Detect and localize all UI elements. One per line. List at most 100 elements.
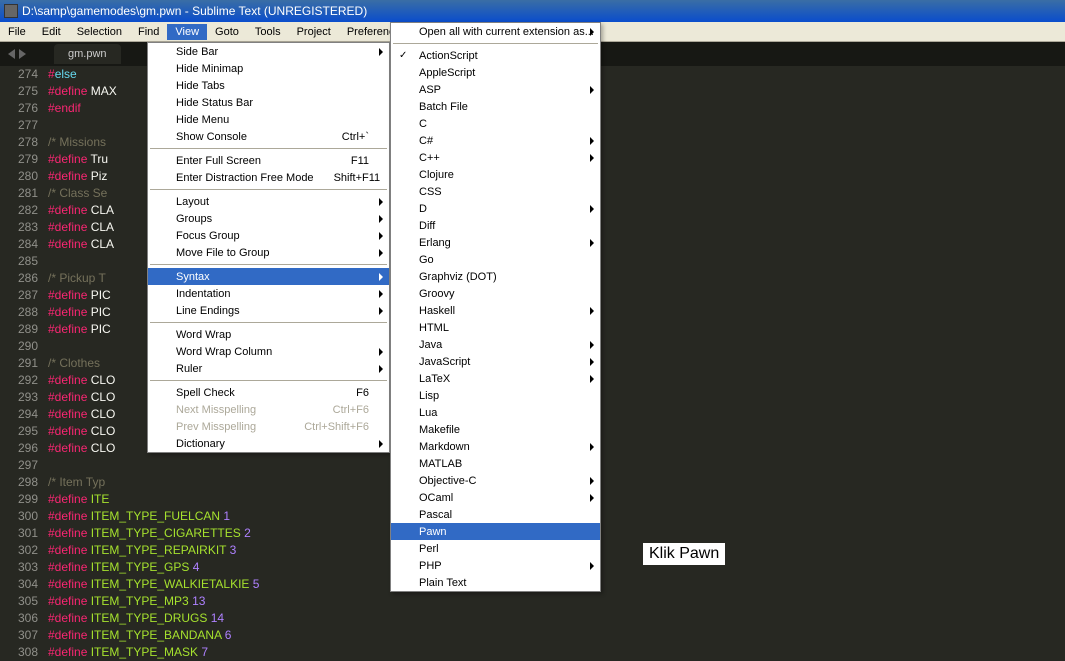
menu-item-label: Side Bar: [176, 46, 218, 58]
syntax-item-perl[interactable]: Perl: [391, 540, 600, 557]
view-item-layout[interactable]: Layout: [148, 193, 389, 210]
syntax-item-batch-file[interactable]: Batch File: [391, 98, 600, 115]
view-item-spell-check[interactable]: Spell CheckF6: [148, 384, 389, 401]
syntax-item-objective-c[interactable]: Objective-C: [391, 472, 600, 489]
view-item-indentation[interactable]: Indentation: [148, 285, 389, 302]
view-item-groups[interactable]: Groups: [148, 210, 389, 227]
syntax-item-haskell[interactable]: Haskell: [391, 302, 600, 319]
submenu-arrow-icon: [590, 86, 594, 94]
submenu-arrow-icon: [379, 440, 383, 448]
menu-item-label: Groups: [176, 213, 212, 225]
syntax-item-markdown[interactable]: Markdown: [391, 438, 600, 455]
menu-item-label: Word Wrap Column: [176, 346, 272, 358]
syntax-item-c[interactable]: C: [391, 115, 600, 132]
syntax-item-java[interactable]: Java: [391, 336, 600, 353]
shortcut-label: Ctrl+`: [322, 131, 369, 143]
view-item-hide-minimap[interactable]: Hide Minimap: [148, 60, 389, 77]
menu-item-label: Lisp: [419, 390, 439, 402]
menu-item-label: Erlang: [419, 237, 451, 249]
menu-item-label: Clojure: [419, 169, 454, 181]
syntax-item-erlang[interactable]: Erlang: [391, 234, 600, 251]
syntax-item-latex[interactable]: LaTeX: [391, 370, 600, 387]
view-item-show-console[interactable]: Show ConsoleCtrl+`: [148, 128, 389, 145]
submenu-arrow-icon: [379, 348, 383, 356]
syntax-item-javascript[interactable]: JavaScript: [391, 353, 600, 370]
syntax-item-ocaml[interactable]: OCaml: [391, 489, 600, 506]
menu-goto[interactable]: Goto: [207, 24, 247, 40]
view-item-dictionary[interactable]: Dictionary: [148, 435, 389, 452]
syntax-item-clojure[interactable]: Clojure: [391, 166, 600, 183]
window-title: D:\samp\gamemodes\gm.pwn - Sublime Text …: [22, 4, 367, 18]
syntax-item-plain-text[interactable]: Plain Text: [391, 574, 600, 591]
syntax-item-html[interactable]: HTML: [391, 319, 600, 336]
menu-item-label: Groovy: [419, 288, 454, 300]
menu-project[interactable]: Project: [289, 24, 339, 40]
menu-item-label: Dictionary: [176, 438, 225, 450]
view-item-enter-full-screen[interactable]: Enter Full ScreenF11: [148, 152, 389, 169]
syntax-item-pawn[interactable]: Pawn: [391, 523, 600, 540]
view-item-side-bar[interactable]: Side Bar: [148, 43, 389, 60]
gutter: 2742752762772782792802812822832842852862…: [0, 66, 48, 661]
syntax-item-actionscript[interactable]: ✓ActionScript: [391, 47, 600, 64]
view-item-hide-status-bar[interactable]: Hide Status Bar: [148, 94, 389, 111]
menu-item-label: Hide Tabs: [176, 80, 225, 92]
menu-selection[interactable]: Selection: [69, 24, 130, 40]
syntax-item-applescript[interactable]: AppleScript: [391, 64, 600, 81]
menu-find[interactable]: Find: [130, 24, 167, 40]
submenu-arrow-icon: [590, 375, 594, 383]
syntax-item-graphviz-dot-[interactable]: Graphviz (DOT): [391, 268, 600, 285]
shortcut-label: Ctrl+F6: [313, 404, 369, 416]
view-item-hide-menu[interactable]: Hide Menu: [148, 111, 389, 128]
menu-item-label: Pascal: [419, 509, 452, 521]
syntax-item-css[interactable]: CSS: [391, 183, 600, 200]
menu-item-label: Hide Minimap: [176, 63, 243, 75]
syntax-item-c-[interactable]: C#: [391, 132, 600, 149]
menu-item-label: Lua: [419, 407, 437, 419]
shortcut-label: F6: [336, 387, 369, 399]
submenu-arrow-icon: [590, 358, 594, 366]
syntax-item-pascal[interactable]: Pascal: [391, 506, 600, 523]
menu-item-label: Enter Full Screen: [176, 155, 261, 167]
menu-item-label: C#: [419, 135, 433, 147]
menu-edit[interactable]: Edit: [34, 24, 69, 40]
syntax-item-groovy[interactable]: Groovy: [391, 285, 600, 302]
view-item-ruler[interactable]: Ruler: [148, 360, 389, 377]
nav-arrows: [0, 49, 34, 59]
menu-file[interactable]: File: [0, 24, 34, 40]
view-item-syntax[interactable]: Syntax: [148, 268, 389, 285]
menu-item-label: Prev Misspelling: [176, 421, 256, 433]
syntax-item-makefile[interactable]: Makefile: [391, 421, 600, 438]
nav-forward-icon[interactable]: [19, 49, 26, 59]
menu-item-label: C++: [419, 152, 440, 164]
syntax-item-matlab[interactable]: MATLAB: [391, 455, 600, 472]
syntax-item-php[interactable]: PHP: [391, 557, 600, 574]
view-item-move-file-to-group[interactable]: Move File to Group: [148, 244, 389, 261]
view-item-enter-distraction-free-mode[interactable]: Enter Distraction Free ModeShift+F11: [148, 169, 389, 186]
menu-item-label: Word Wrap: [176, 329, 231, 341]
syntax-item-c-[interactable]: C++: [391, 149, 600, 166]
view-item-word-wrap[interactable]: Word Wrap: [148, 326, 389, 343]
menu-view[interactable]: View: [167, 24, 207, 40]
syntax-item-lisp[interactable]: Lisp: [391, 387, 600, 404]
file-tab[interactable]: gm.pwn: [54, 44, 121, 64]
view-item-hide-tabs[interactable]: Hide Tabs: [148, 77, 389, 94]
menu-item-label: CSS: [419, 186, 442, 198]
syntax-item-diff[interactable]: Diff: [391, 217, 600, 234]
view-item-line-endings[interactable]: Line Endings: [148, 302, 389, 319]
menu-tools[interactable]: Tools: [247, 24, 289, 40]
nav-back-icon[interactable]: [8, 49, 15, 59]
syntax-item-go[interactable]: Go: [391, 251, 600, 268]
syntax-item-open-all-with-current-extension-as-[interactable]: Open all with current extension as...: [391, 23, 600, 40]
menu-item-label: Open all with current extension as...: [419, 26, 594, 38]
menu-item-label: Diff: [419, 220, 435, 232]
submenu-arrow-icon: [590, 239, 594, 247]
syntax-item-asp[interactable]: ASP: [391, 81, 600, 98]
view-item-word-wrap-column[interactable]: Word Wrap Column: [148, 343, 389, 360]
syntax-item-lua[interactable]: Lua: [391, 404, 600, 421]
submenu-arrow-icon: [590, 28, 594, 36]
syntax-item-d[interactable]: D: [391, 200, 600, 217]
shortcut-label: Shift+F11: [314, 172, 381, 184]
menu-item-label: Perl: [419, 543, 439, 555]
view-item-focus-group[interactable]: Focus Group: [148, 227, 389, 244]
menu-item-label: Haskell: [419, 305, 455, 317]
